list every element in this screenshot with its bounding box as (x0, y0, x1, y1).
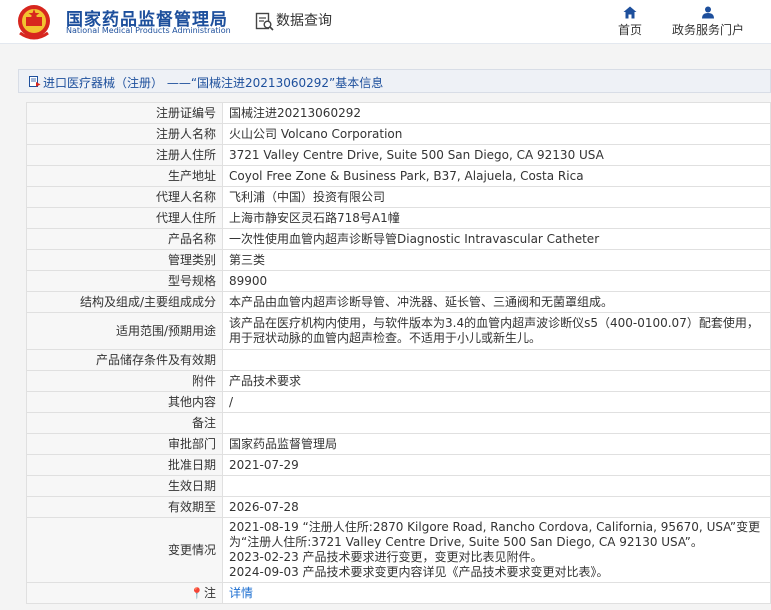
row-label: 审批部门 (26, 433, 223, 455)
row-value: 产品技术要求 (222, 370, 771, 392)
change-entry: 2024-09-03 产品技术要求变更内容详见《产品技术要求变更对比表》。 (229, 565, 609, 579)
nav-home-label: 首页 (617, 23, 642, 37)
note-label: 注 (203, 585, 216, 600)
row-label: 适用范围/预期用途 (26, 312, 223, 350)
table-row: 附件 产品技术要求 (26, 370, 771, 392)
row-label: 注册证编号 (26, 102, 223, 124)
table-row: 代理人名称 飞利浦（中国）投资有限公司 (26, 186, 771, 208)
row-label: 生效日期 (26, 475, 223, 497)
table-row: 审批部门 国家药品监督管理局 (26, 433, 771, 455)
data-query-icon (255, 12, 274, 31)
change-entry: 2021-08-19 “注册人住所:2870 Kilgore Road, Ran… (229, 520, 761, 549)
row-value (222, 475, 771, 497)
row-label: 附件 (26, 370, 223, 392)
row-label: 注册人名称 (26, 123, 223, 145)
table-row: 产品名称 一次性使用血管内超声诊断导管Diagnostic Intravascu… (26, 228, 771, 250)
national-emblem-logo[interactable] (14, 3, 54, 41)
row-value: 第三类 (222, 249, 771, 271)
row-label: 代理人住所 (26, 207, 223, 229)
row-label: 管理类别 (26, 249, 223, 271)
user-icon (702, 6, 714, 19)
nav-service-label: 政务服务门户 (671, 23, 744, 37)
row-label: 其他内容 (26, 391, 223, 413)
row-label: 批准日期 (26, 454, 223, 476)
table-row: 结构及组成/主要组成成分 本产品由血管内超声诊断导管、冲洗器、延长管、三通阀和无… (26, 291, 771, 313)
row-value: Coyol Free Zone & Business Park, B37, Al… (222, 165, 771, 187)
table-row: 注册人名称 火山公司 Volcano Corporation (26, 123, 771, 145)
row-value: / (222, 391, 771, 413)
row-value: 2021-07-29 (222, 454, 771, 476)
row-value: 2026-07-28 (222, 496, 771, 518)
org-name-en[interactable]: National Medical Products Administration (66, 26, 231, 35)
row-label: 注册人住所 (26, 144, 223, 166)
table-row: 生效日期 (26, 475, 771, 497)
changes-value: 2021-08-19 “注册人住所:2870 Kilgore Road, Ran… (222, 517, 771, 583)
nav-service-portal[interactable]: 政务服务门户 (664, 6, 752, 38)
note-label-cell: 📍注 (26, 582, 223, 604)
table-row: 备注 (26, 412, 771, 434)
nav-home[interactable]: 首页 (612, 6, 648, 38)
row-value: 89900 (222, 270, 771, 292)
row-label: 产品名称 (26, 228, 223, 250)
breadcrumb: 进口医疗器械（注册） ——“国械注进20213060292”基本信息 (18, 69, 771, 93)
change-entry: 2023-02-23 产品技术要求进行变更，变更对比表见附件。 (229, 550, 543, 564)
table-row: 适用范围/预期用途 该产品在医疗机构内使用，与软件版本为3.4的血管内超声波诊断… (26, 312, 771, 350)
row-value: 3721 Valley Centre Drive, Suite 500 San … (222, 144, 771, 166)
table-row-note: 📍注 详情 (26, 582, 771, 604)
table-row: 批准日期 2021-07-29 (26, 454, 771, 476)
row-value: 国械注进20213060292 (222, 102, 771, 124)
row-label: 代理人名称 (26, 186, 223, 208)
row-value (222, 349, 771, 371)
table-row: 其他内容 / (26, 391, 771, 413)
document-icon (29, 76, 41, 87)
table-row: 有效期至 2026-07-28 (26, 496, 771, 518)
row-value (222, 412, 771, 434)
table-row: 管理类别 第三类 (26, 249, 771, 271)
row-value: 本产品由血管内超声诊断导管、冲洗器、延长管、三通阀和无菌罩组成。 (222, 291, 771, 313)
row-value: 一次性使用血管内超声诊断导管Diagnostic Intravascular C… (222, 228, 771, 250)
row-label: 生产地址 (26, 165, 223, 187)
row-label: 备注 (26, 412, 223, 434)
registration-info-table: 注册证编号 国械注进20213060292 注册人名称 火山公司 Volcano… (26, 102, 771, 604)
row-value: 国家药品监督管理局 (222, 433, 771, 455)
row-value: 飞利浦（中国）投资有限公司 (222, 186, 771, 208)
row-value: 上海市静安区灵石路718号A1幢 (222, 207, 771, 229)
table-row: 生产地址 Coyol Free Zone & Business Park, B3… (26, 165, 771, 187)
row-label: 型号规格 (26, 270, 223, 292)
row-value: 火山公司 Volcano Corporation (222, 123, 771, 145)
changes-label: 变更情况 (26, 517, 223, 583)
pin-icon: 📍 (190, 586, 204, 600)
table-row: 产品储存条件及有效期 (26, 349, 771, 371)
row-value: 该产品在医疗机构内使用，与软件版本为3.4的血管内超声波诊断仪s5（400-01… (222, 312, 771, 350)
table-row: 注册证编号 国械注进20213060292 (26, 102, 771, 124)
data-query-title: 数据查询 (276, 13, 332, 29)
home-icon (623, 6, 637, 19)
site-header: 国家药品监督管理局 National Medical Products Admi… (0, 0, 771, 44)
note-value: 详情 (222, 582, 771, 604)
table-row: 型号规格 89900 (26, 270, 771, 292)
row-label: 产品储存条件及有效期 (26, 349, 223, 371)
breadcrumb-text: 进口医疗器械（注册） ——“国械注进20213060292”基本信息 (43, 76, 384, 90)
table-row: 代理人住所 上海市静安区灵石路718号A1幢 (26, 207, 771, 229)
table-row-changes: 变更情况 2021-08-19 “注册人住所:2870 Kilgore Road… (26, 517, 771, 583)
row-label: 有效期至 (26, 496, 223, 518)
row-label: 结构及组成/主要组成成分 (26, 291, 223, 313)
details-link[interactable]: 详情 (229, 586, 253, 600)
table-row: 注册人住所 3721 Valley Centre Drive, Suite 50… (26, 144, 771, 166)
